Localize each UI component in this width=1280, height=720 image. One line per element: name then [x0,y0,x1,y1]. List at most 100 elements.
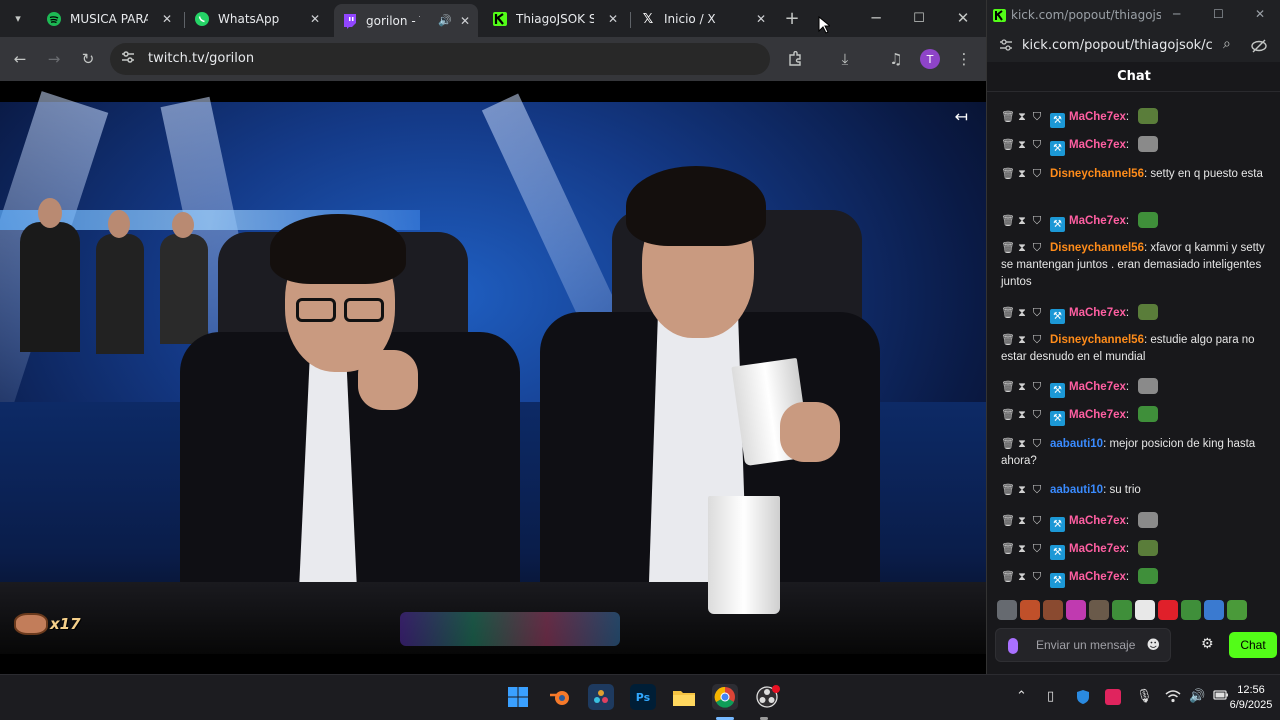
trash-icon[interactable]: 🗑 [1001,166,1015,183]
close-icon[interactable]: ✕ [162,12,172,26]
hourglass-icon[interactable]: ⧗ [1016,482,1028,499]
chat-input[interactable]: Enviar un mensaje ☻ [995,628,1171,662]
shield-icon[interactable]: ⛉ [1031,482,1043,499]
hourglass-icon[interactable]: ⧗ [1016,513,1028,530]
shield-icon[interactable]: ⛉ [1031,569,1043,586]
trash-icon[interactable]: 🗑 [1001,513,1015,530]
hourglass-icon[interactable]: ⧗ [1016,407,1028,424]
trash-icon[interactable]: 🗑 [1001,379,1015,396]
hourglass-icon[interactable]: ⧗ [1016,379,1028,396]
microphone-icon[interactable] [1008,638,1018,654]
extensions-icon[interactable] [783,47,807,71]
chrome-icon[interactable] [712,684,738,710]
emote-picker-item[interactable] [1112,600,1132,620]
minimize-icon[interactable]: ─ [1173,7,1180,21]
settings-gear-icon[interactable]: ⚙ [1201,636,1214,652]
chat-username[interactable]: Disneychannel56 [1050,334,1144,346]
hourglass-icon[interactable]: ⧗ [1016,213,1028,230]
defender-shield-icon[interactable] [1076,689,1090,709]
windows-start-icon[interactable] [505,684,531,710]
site-info-icon[interactable] [120,49,138,67]
blender-icon[interactable] [547,684,573,710]
file-explorer-icon[interactable] [671,684,697,710]
chat-username[interactable]: aabauti10 [1050,484,1103,496]
maximize-icon[interactable]: ☐ [1213,7,1224,21]
hourglass-icon[interactable]: ⧗ [1016,166,1028,183]
davinci-resolve-icon[interactable] [588,684,614,710]
trash-icon[interactable]: 🗑 [1001,305,1015,322]
send-chat-button[interactable]: Chat [1229,632,1277,658]
forward-icon[interactable]: → [42,47,66,71]
trash-icon[interactable]: 🗑 [1001,332,1015,349]
hourglass-icon[interactable]: ⧗ [1016,137,1028,154]
chat-username[interactable]: MaChe7ex [1069,111,1126,123]
chat-username[interactable]: MaChe7ex [1069,139,1126,151]
chat-username[interactable]: MaChe7ex [1069,215,1126,227]
chat-username[interactable]: MaChe7ex [1069,381,1126,393]
chat-username[interactable]: MaChe7ex [1069,571,1126,583]
emote-picker-item[interactable] [1227,600,1247,620]
chat-username[interactable]: aabauti10 [1050,438,1103,450]
close-icon[interactable]: ✕ [310,12,320,26]
system-clock[interactable]: 12:56 6/9/2025 [1226,683,1276,713]
profile-avatar[interactable]: T [918,47,942,71]
chat-username[interactable]: MaChe7ex [1069,543,1126,555]
emoji-icon[interactable]: ☻ [1146,638,1160,653]
tab-whatsapp[interactable]: WhatsApp ✕ [186,4,328,34]
tray-chevron-icon[interactable]: ⌃ [1016,689,1027,704]
window-close-icon[interactable]: ✕ [1255,7,1265,21]
menu-kebab-icon[interactable]: ⋮ [952,47,976,71]
chat-username[interactable]: MaChe7ex [1069,409,1126,421]
hourglass-icon[interactable]: ⧗ [1016,240,1028,257]
trash-icon[interactable]: 🗑 [1001,541,1015,558]
emote-picker-item[interactable] [1043,600,1063,620]
close-icon[interactable]: ✕ [460,14,470,28]
hourglass-icon[interactable]: ⧗ [1016,332,1028,349]
usb-icon[interactable]: ▯ [1047,689,1054,704]
shield-icon[interactable]: ⛉ [1031,109,1043,126]
trash-icon[interactable]: 🗑 [1001,213,1015,230]
hourglass-icon[interactable]: ⧗ [1016,109,1028,126]
new-tab-icon[interactable]: + [780,6,804,30]
shield-icon[interactable]: ⛉ [1031,240,1043,257]
trash-icon[interactable]: 🗑 [1001,482,1015,499]
shield-icon[interactable]: ⛉ [1031,407,1043,424]
shield-icon[interactable]: ⛉ [1031,137,1043,154]
site-info-icon[interactable] [999,38,1013,56]
close-icon[interactable]: ✕ [608,12,618,26]
trash-icon[interactable]: 🗑 [1001,240,1015,257]
video-player[interactable]: x17 ↤ [0,81,986,674]
shield-icon[interactable]: ⛉ [1031,166,1043,183]
hourglass-icon[interactable]: ⧗ [1016,541,1028,558]
emote-picker-item[interactable] [1089,600,1109,620]
emote-picker-item[interactable] [997,600,1017,620]
emote-picker-item[interactable] [1204,600,1224,620]
trash-icon[interactable]: 🗑 [1001,436,1015,453]
shield-icon[interactable]: ⛉ [1031,332,1043,349]
adobe-tray-icon[interactable] [1105,689,1121,709]
reload-icon[interactable]: ↻ [76,47,100,71]
volume-icon[interactable]: 🔊 [1189,689,1205,704]
trash-icon[interactable]: 🗑 [1001,137,1015,154]
wifi-icon[interactable] [1165,689,1181,707]
microphone-tray-icon[interactable]: 🎙 [1136,689,1153,704]
chat-username[interactable]: Disneychannel56 [1050,168,1144,180]
tab-search-icon[interactable]: ▾ [6,6,30,30]
tab-twitch[interactable]: gorilon - Tw 🔊 ✕ [334,4,478,37]
emote-picker-item[interactable] [1158,600,1178,620]
chat-username[interactable]: Disneychannel56 [1050,242,1144,254]
trash-icon[interactable]: 🗑 [1001,109,1015,126]
trash-icon[interactable]: 🗑 [1001,569,1015,586]
tab-x[interactable]: 𝕏 Inicio / X ✕ [632,4,774,34]
emote-picker-item[interactable] [1135,600,1155,620]
tab-spotify[interactable]: MUSICA PARA S ✕ [38,4,180,34]
url-text[interactable]: twitch.tv/gorilon [148,51,254,66]
shield-icon[interactable]: ⛉ [1031,436,1043,453]
trash-icon[interactable]: 🗑 [1001,407,1015,424]
close-icon[interactable]: ✕ [756,12,766,26]
window-close-icon[interactable]: ✕ [951,6,975,30]
eye-off-icon[interactable] [1251,38,1267,57]
shield-icon[interactable]: ⛉ [1031,513,1043,530]
tab-kick[interactable]: ThiagoJSOK Stre ✕ [484,4,626,34]
maximize-icon[interactable]: ☐ [907,6,931,30]
